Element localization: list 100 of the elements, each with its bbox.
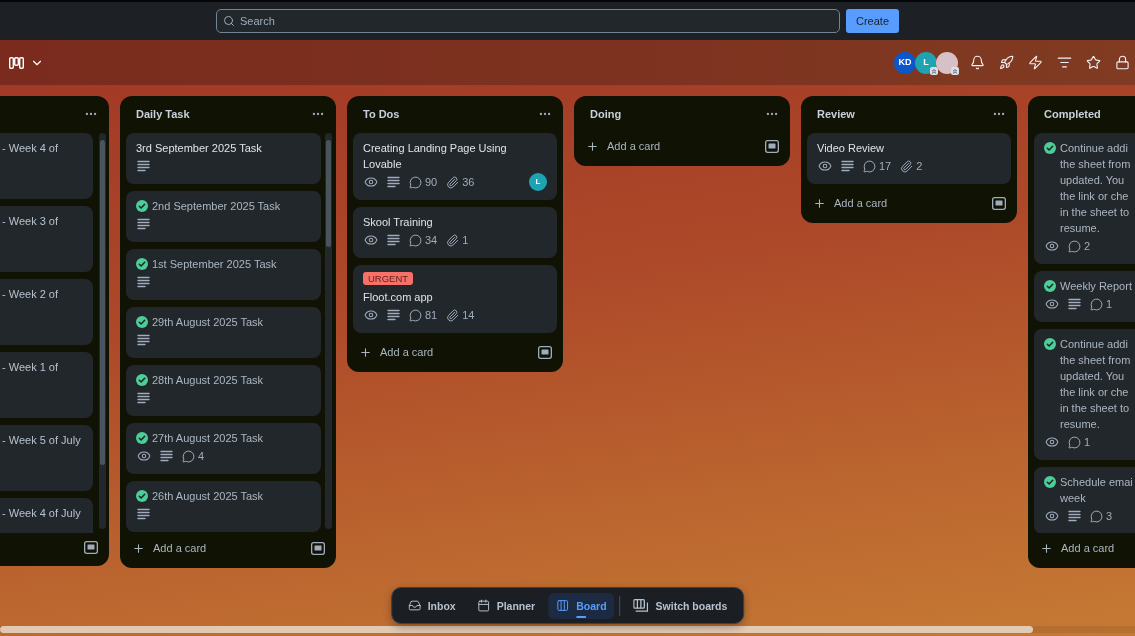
comment-icon: [409, 308, 422, 322]
switch-boards-button[interactable]: Switch boards: [625, 592, 736, 619]
check-circle-icon[interactable]: [1044, 476, 1056, 488]
list-title: To Dos: [363, 107, 400, 120]
add-card-button[interactable]: Add a card: [353, 337, 527, 367]
template-icon[interactable]: [992, 196, 1006, 210]
card-title: Video Review: [817, 141, 886, 156]
comment-count: 81: [425, 309, 438, 321]
add-card-button[interactable]: Add a card: [807, 188, 981, 218]
list-scrollbar[interactable]: [325, 133, 332, 529]
bell-icon[interactable]: [969, 55, 985, 70]
search-icon: [223, 15, 235, 27]
card[interactable]: - Week 2 of: [0, 279, 93, 345]
card-title: Continue addi the sheet from updated. You the link or che in the sheet to resume.: [1060, 141, 1131, 236]
comment-icon: [409, 233, 422, 247]
comment-icon: [182, 449, 195, 463]
check-circle-icon[interactable]: [1044, 142, 1056, 154]
card[interactable]: - Week 3 of: [0, 206, 93, 272]
plus-icon: [359, 345, 372, 359]
card[interactable]: - Week 1 of: [0, 352, 93, 418]
card[interactable]: 29th August 2025 Task: [126, 307, 321, 358]
card[interactable]: 2nd September 2025 Task: [126, 191, 321, 242]
comment-icon: [409, 175, 422, 189]
template-icon[interactable]: [84, 540, 98, 554]
comment-count: 90: [425, 176, 438, 188]
check-circle-icon[interactable]: [136, 258, 148, 270]
paperclip-icon: [446, 233, 460, 247]
card-title: Continue addi the sheet from updated. You the link or che in the sheet to resume.: [1060, 337, 1131, 432]
filter-icon[interactable]: [1056, 55, 1072, 70]
member-avatar[interactable]: KD: [894, 51, 916, 74]
card[interactable]: Continue addi the sheet from updated. You the link or che in the sheet to resume. 1: [1034, 329, 1135, 460]
card[interactable]: Schedule emai week 3: [1034, 467, 1135, 533]
search-field[interactable]: Search: [216, 9, 840, 33]
check-circle-icon[interactable]: [136, 432, 148, 444]
check-circle-icon[interactable]: [136, 200, 148, 212]
plus-icon: [1040, 541, 1053, 555]
card-title: 2nd September 2025 Task: [152, 199, 282, 214]
card[interactable]: - Week 4 of: [0, 133, 93, 199]
check-circle-icon[interactable]: [136, 490, 148, 502]
board-columns-icon[interactable]: [9, 56, 24, 69]
check-circle-icon[interactable]: [136, 316, 148, 328]
template-icon[interactable]: [311, 541, 325, 555]
lightning-icon[interactable]: [1027, 55, 1043, 70]
comment-count: 2: [1084, 240, 1091, 252]
comment-icon: [1090, 509, 1103, 523]
rocket-icon[interactable]: [998, 55, 1014, 70]
lock-icon[interactable]: [1114, 55, 1130, 70]
comment-count: 1: [1084, 436, 1091, 448]
card[interactable]: Weekly Report 1: [1034, 271, 1135, 322]
plus-icon: [586, 139, 599, 153]
stacked-board-icon: [633, 599, 649, 612]
card[interactable]: - Week 5 of July: [0, 425, 93, 491]
card[interactable]: Skool Training 34 1: [353, 207, 557, 258]
comment-count: 17: [879, 160, 892, 172]
card[interactable]: 27th August 2025 Task 4: [126, 423, 321, 474]
add-card-button[interactable]: Add a card: [580, 131, 754, 161]
card[interactable]: - Week 4 of July: [0, 498, 93, 533]
check-circle-icon[interactable]: [136, 374, 148, 386]
card-title: Skool Training: [363, 215, 434, 230]
card-title: 29th August 2025 Task: [152, 315, 265, 330]
card[interactable]: Continue addi the sheet from updated. You the link or che in the sheet to resume. 2: [1034, 133, 1135, 264]
card-title: - Week 2 of: [2, 287, 60, 302]
check-circle-icon[interactable]: [1044, 280, 1056, 292]
horizontal-scrollbar[interactable]: [0, 626, 1135, 633]
comment-icon: [1068, 435, 1081, 449]
add-card-button[interactable]: Add a card: [1034, 533, 1131, 563]
card-title: Floot.com app: [363, 290, 434, 305]
comment-icon: [863, 159, 876, 173]
card[interactable]: 26th August 2025 Task: [126, 481, 321, 532]
template-icon[interactable]: [765, 139, 779, 153]
add-card-button[interactable]: Add a card: [126, 533, 300, 563]
comment-icon: [1090, 297, 1103, 311]
nav-tab[interactable]: Board: [548, 592, 615, 619]
card[interactable]: URGENT Floot.com app 81 14: [353, 265, 557, 333]
attachment-count: 1: [462, 234, 469, 246]
card[interactable]: 3rd September 2025 Task: [126, 133, 321, 184]
card-title: 28th August 2025 Task: [152, 373, 265, 388]
list-scrollbar[interactable]: [99, 133, 106, 529]
card-title: Schedule emai week: [1060, 475, 1133, 506]
star-icon[interactable]: [1085, 55, 1101, 70]
plus-icon: [813, 196, 826, 210]
list-title: Doing: [590, 107, 622, 120]
template-icon[interactable]: [538, 345, 552, 359]
card[interactable]: Video Review 17 2: [807, 133, 1011, 184]
card[interactable]: Creating Landing Page Using Lovable 90 36 L: [353, 133, 557, 200]
attachment-count: 2: [916, 160, 923, 172]
create-button[interactable]: Create: [846, 9, 900, 33]
paperclip-icon: [446, 308, 460, 322]
list-title: Daily Task: [136, 107, 190, 120]
card-title: - Week 4 of July: [2, 506, 82, 521]
list-title: Review: [817, 107, 855, 120]
inbox-icon: [407, 599, 421, 612]
nav-tab[interactable]: Inbox: [399, 592, 464, 619]
card[interactable]: 28th August 2025 Task: [126, 365, 321, 416]
attachment-count: 36: [462, 176, 475, 188]
nav-tab[interactable]: Planner: [468, 592, 544, 619]
attachment-count: 14: [462, 309, 475, 321]
avatar-placeholder[interactable]: [936, 51, 958, 74]
card[interactable]: 1st September 2025 Task: [126, 249, 321, 300]
check-circle-icon[interactable]: [1044, 338, 1056, 350]
